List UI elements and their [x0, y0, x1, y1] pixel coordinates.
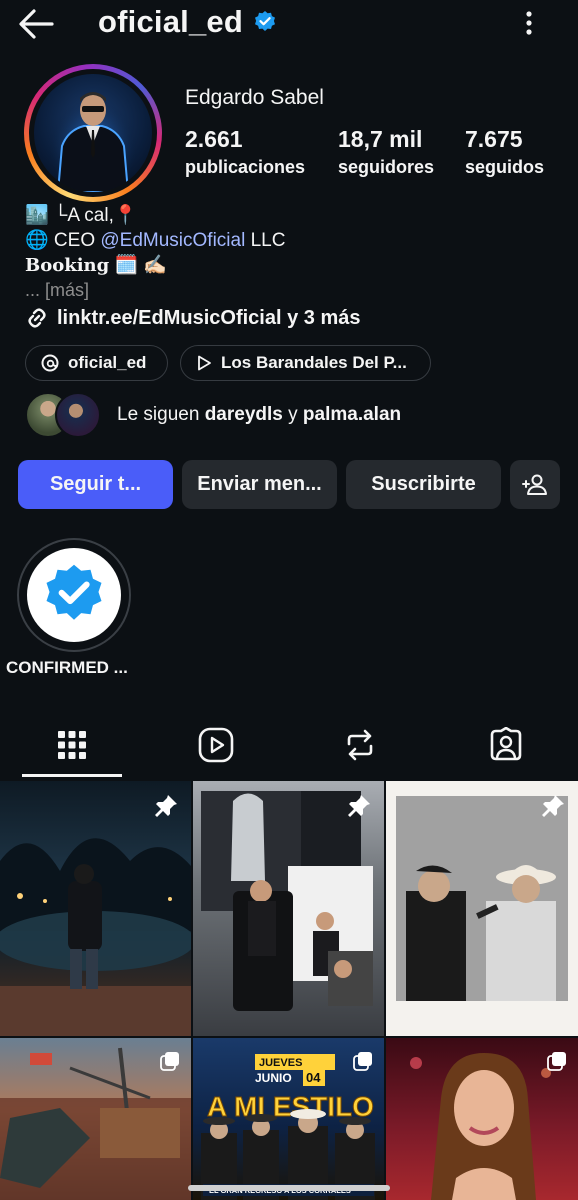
avatar: [34, 74, 152, 192]
bio-booking-text: Booking: [25, 255, 110, 276]
grid-icon: [58, 731, 86, 759]
following-stat[interactable]: 7.675 seguidos: [465, 126, 544, 178]
tab-tagged[interactable]: [434, 715, 578, 775]
post-image: [396, 796, 568, 1001]
verified-badge-icon: [255, 11, 275, 31]
play-icon: [198, 355, 211, 371]
followers-stat[interactable]: 18,7 mil seguidores: [338, 126, 434, 178]
more-options-button[interactable]: [516, 8, 542, 38]
story-highlight[interactable]: [17, 538, 131, 652]
followed-by-text: Le siguen dareydls y palma.alan: [117, 404, 402, 425]
carousel-icon: [160, 1052, 179, 1071]
posts-count: 2.661: [185, 126, 243, 152]
threads-chip-label: oficial_ed: [68, 353, 147, 372]
flyer-date-text: 04: [306, 1070, 321, 1085]
avatar: [55, 392, 101, 438]
threads-chip[interactable]: oficial_ed: [25, 345, 168, 381]
suggest-people-button[interactable]: [510, 460, 560, 509]
top-bar: oficial_ed: [0, 0, 578, 48]
followers-label: seguidores: [338, 157, 435, 177]
pin-icon: [348, 795, 370, 817]
post-thumbnail[interactable]: [0, 1038, 191, 1200]
followers-count: 18,7 mil: [338, 126, 423, 152]
posts-grid: JUEVES JUNIO 04 A MI ESTILO EL GRAN REGR…: [0, 781, 578, 1200]
following-label: seguidos: [465, 157, 545, 177]
post-thumbnail[interactable]: [386, 781, 578, 1036]
subscribe-button[interactable]: Suscribirte: [346, 460, 501, 509]
music-chip[interactable]: Los Barandales Del P...: [180, 345, 431, 381]
tab-grid[interactable]: [0, 715, 144, 775]
avatar-image: [49, 92, 137, 192]
follower-user-2: palma.alan: [302, 404, 402, 425]
profile-tabs: [0, 715, 578, 779]
post-thumbnail[interactable]: JUEVES JUNIO 04 A MI ESTILO EL GRAN REGR…: [193, 1038, 384, 1200]
post-thumbnail[interactable]: [0, 781, 191, 1036]
reels-icon: [198, 727, 234, 763]
pin-icon: [542, 795, 564, 817]
post-thumbnail[interactable]: [386, 1038, 578, 1200]
post-image: [0, 838, 191, 1036]
pin-icon: [155, 795, 177, 817]
post-thumbnail[interactable]: [193, 781, 384, 1036]
verified-badge-icon: [46, 564, 102, 620]
bio-more-link[interactable]: ... [más]: [25, 278, 285, 303]
flyer-jueves-text: JUEVES: [259, 1057, 302, 1069]
music-chip-label: Los Barandales Del P...: [221, 353, 407, 372]
threads-icon: [41, 354, 59, 372]
bio-mention-link[interactable]: @EdMusicOficial: [100, 230, 245, 251]
username: oficial_ed: [98, 4, 243, 39]
posts-stat[interactable]: 2.661 publicaciones: [185, 126, 305, 178]
bio-line-1: 🏙️ └A cal,📍: [25, 205, 138, 226]
home-indicator[interactable]: [188, 1185, 390, 1191]
posts-label: publicaciones: [185, 157, 306, 177]
following-count: 7.675: [465, 126, 523, 152]
carousel-icon: [353, 1052, 372, 1071]
follower-user-1: dareydls: [204, 404, 283, 425]
follow-button[interactable]: Seguir t...: [18, 460, 173, 509]
add-person-icon: [522, 474, 547, 495]
carousel-icon: [547, 1052, 566, 1071]
arrow-left-icon: [19, 9, 54, 39]
highlight-label: CONFIRMED ...: [6, 658, 128, 677]
message-button[interactable]: Enviar men...: [182, 460, 337, 509]
active-tab-indicator: [22, 774, 122, 777]
post-image: [201, 791, 373, 1011]
username-header: oficial_ed: [98, 2, 277, 42]
followed-by[interactable]: Le siguen dareydls y palma.alan: [25, 392, 401, 438]
bio-line-2: 🌐 CEO @EdMusicOficial LLC: [25, 228, 285, 253]
repost-icon: [347, 729, 373, 761]
bio-ceo-text: 🌐 CEO: [25, 230, 101, 251]
external-link-text: linktr.ee/EdMusicOficial y 3 más: [57, 306, 361, 329]
bio: 🏙️ └A cal,📍 🌐 CEO @EdMusicOficial LLC Bo…: [25, 203, 285, 303]
display-name: Edgardo Sabel: [185, 86, 324, 109]
bio-emoji: 🗓️ ✍🏻: [109, 255, 168, 276]
profile-avatar[interactable]: [24, 64, 162, 202]
tab-reels[interactable]: [144, 715, 288, 775]
bio-line-3: Booking 🗓️ ✍🏻: [25, 253, 285, 278]
more-vertical-icon: [526, 11, 532, 35]
tab-reposts[interactable]: [288, 715, 432, 775]
bio-llc-text: LLC: [245, 230, 286, 251]
link-icon: [28, 308, 46, 328]
back-button[interactable]: [16, 6, 56, 42]
flyer-junio-text: JUNIO: [255, 1071, 292, 1085]
external-link[interactable]: linktr.ee/EdMusicOficial y 3 más: [25, 306, 360, 330]
tagged-icon: [490, 727, 522, 761]
